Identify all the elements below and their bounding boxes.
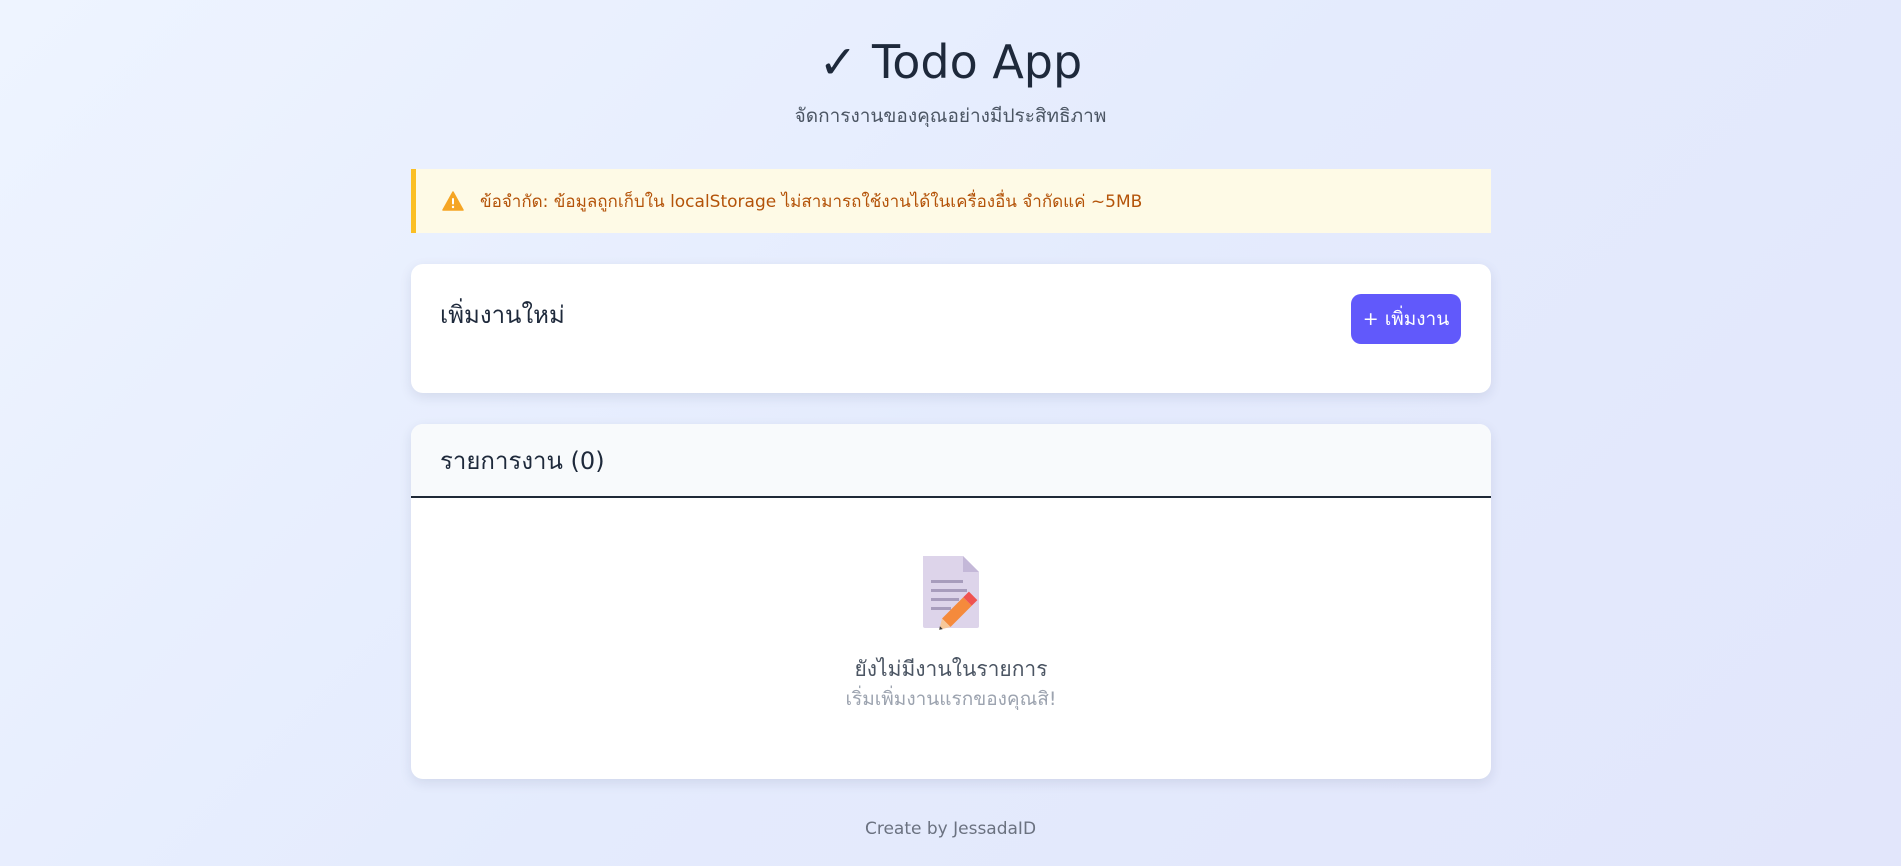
- add-task-button[interactable]: + เพิ่มงาน: [1351, 294, 1461, 344]
- warning-icon: [442, 191, 464, 211]
- footer-credit: Create by JessadaID: [864, 819, 1037, 839]
- task-list-header: รายการงาน (0): [411, 424, 1491, 498]
- empty-state: ยังไม่มีงานในรายการ เริ่มเพิ่มงานแรกของค…: [411, 554, 1491, 712]
- storage-warning-banner: ข้อจำกัด: ข้อมูลถูกเก็บใน localStorage ไ…: [411, 169, 1491, 233]
- page: ✓ Todo App จัดการงานของคุณอย่างมีประสิทธ…: [0, 0, 1901, 866]
- app-title: ✓ Todo App: [818, 35, 1083, 89]
- warning-text: ข้อจำกัด: ข้อมูลถูกเก็บใน localStorage ไ…: [480, 191, 1143, 212]
- app-subtitle: จัดการงานของคุณอย่างมีประสิทธิภาพ: [794, 105, 1107, 127]
- empty-state-subtitle: เริ่มเพิ่มงานแรกของคุณสิ!: [845, 688, 1057, 710]
- add-task-card: เพิ่มงานใหม่ + เพิ่มงาน: [411, 264, 1491, 393]
- memo-icon: [923, 556, 979, 630]
- task-list-card: รายการงาน (0) ยังไม่มีงานในรายการ เริ่มเ…: [411, 424, 1491, 779]
- task-list-title: รายการงาน (0): [440, 447, 605, 475]
- app-header: ✓ Todo App จัดการงานของคุณอย่างมีประสิทธ…: [0, 30, 1901, 130]
- empty-state-title: ยังไม่มีงานในรายการ: [854, 657, 1048, 681]
- add-task-title: เพิ่มงานใหม่: [440, 301, 565, 329]
